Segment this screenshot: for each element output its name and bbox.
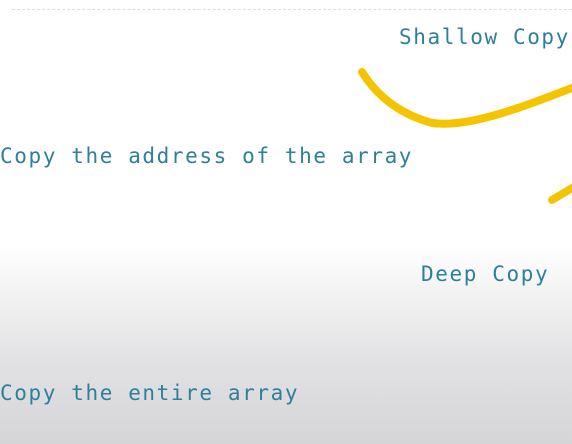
annotation-short-stroke: [548, 184, 572, 204]
top-divider: [12, 9, 572, 10]
annotation-curve-stroke: [358, 68, 572, 128]
deep-copy-heading: Deep Copy: [421, 262, 550, 286]
shallow-copy-heading: Shallow Copy: [399, 25, 570, 49]
annotation-layer: [358, 68, 572, 204]
entire-copy-description: Copy the entire array: [0, 381, 300, 405]
address-copy-description: Copy the address of the array: [0, 144, 414, 168]
slide-canvas: Shallow Copy Copy the address of the arr…: [0, 0, 572, 444]
